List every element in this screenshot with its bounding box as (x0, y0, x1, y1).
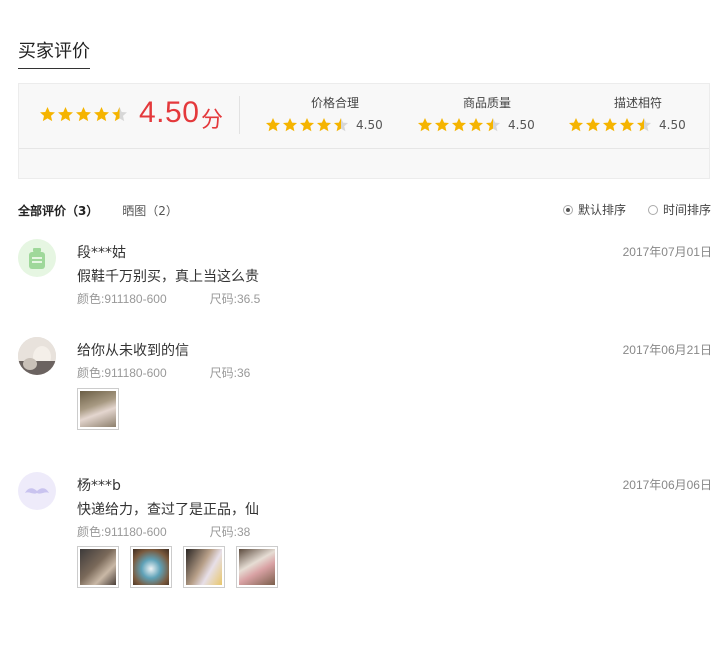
sort-time-label: 时间排序 (662, 203, 711, 217)
avatar (18, 239, 56, 277)
star-icon (333, 117, 349, 132)
review-size: 尺码:36.5 (209, 292, 261, 306)
section-title: 买家评价 (18, 37, 90, 69)
review-photo-thumb[interactable] (130, 546, 172, 588)
star-icon (299, 117, 315, 132)
metric-label: 描述相符 (613, 96, 662, 110)
star-icon (468, 117, 484, 132)
star-icon (417, 117, 433, 132)
star-icon (585, 117, 601, 132)
user-photo (18, 337, 56, 375)
tab-all-reviews[interactable]: 全部评价（3） (18, 202, 98, 219)
star-icon (602, 117, 618, 132)
star-icon (282, 117, 298, 132)
star-icon (485, 117, 501, 132)
star-icon (76, 107, 91, 122)
star-icon (265, 117, 281, 132)
review-color: 颜色:911180-600 (77, 292, 167, 306)
summary-separator (239, 96, 240, 134)
metric-quality: 商品质量 4.50 (417, 94, 557, 133)
metric-value: 4.50 (659, 118, 686, 132)
sort-options: 默认排序 时间排序 (541, 201, 711, 218)
sort-default[interactable]: 默认排序 (562, 201, 626, 218)
overall-score: 4.50 (139, 96, 200, 129)
review-photos (77, 388, 130, 430)
star-icon (619, 117, 635, 132)
review-photo-thumb[interactable] (77, 546, 119, 588)
tab-photo-reviews[interactable]: 晒图（2） (122, 202, 178, 219)
review-photo-thumb[interactable] (77, 388, 119, 430)
rating-summary: 4.50 分 价格合理 4.50 商品质量 4.50 描述相符 4.50 (18, 83, 710, 179)
metric-description: 描述相符 4.50 (568, 94, 708, 133)
avatar (18, 337, 56, 375)
metric-label: 商品质量 (462, 96, 511, 110)
review-meta: 颜色:911180-600 尺码:36 (77, 364, 250, 381)
metric-stars (417, 117, 502, 133)
star-icon (636, 117, 652, 132)
radio-icon[interactable] (562, 204, 573, 215)
review-color: 颜色:911180-600 (77, 525, 167, 539)
star-icon (451, 117, 467, 132)
reviewer-name: 杨***b (77, 478, 121, 494)
overall-unit: 分 (201, 108, 224, 133)
review-meta: 颜色:911180-600 尺码:38 (77, 523, 250, 540)
reviewer-name: 给你从未收到的信 (77, 343, 189, 359)
star-icon (434, 117, 450, 132)
radio-icon[interactable] (647, 204, 658, 215)
review-date: 2017年06月21日 (622, 343, 712, 357)
review-date: 2017年06月06日 (622, 478, 712, 492)
star-icon (112, 107, 127, 122)
star-icon (94, 107, 109, 122)
metric-label: 价格合理 (310, 96, 359, 110)
star-icon (58, 107, 73, 122)
bottle-icon (29, 248, 45, 269)
review-tabs: 全部评价（3） 晒图（2） (18, 202, 198, 219)
metric-value: 4.50 (508, 118, 535, 132)
review-text: 假鞋千万别买，真上当这么贵 (77, 269, 259, 285)
review-date: 2017年07月01日 (622, 245, 712, 259)
mustache-icon (25, 488, 49, 494)
star-icon (40, 107, 55, 122)
review-text: 快递给力，查过了是正品，仙 (77, 502, 259, 518)
avatar (18, 472, 56, 510)
metric-stars (265, 117, 350, 133)
summary-divider (19, 148, 709, 149)
review-size: 尺码:38 (209, 525, 251, 539)
metric-stars (568, 117, 653, 133)
sort-default-label: 默认排序 (577, 203, 626, 217)
review-size: 尺码:36 (209, 366, 251, 380)
sort-time[interactable]: 时间排序 (647, 201, 711, 218)
review-photo-thumb[interactable] (183, 546, 225, 588)
reviewer-name: 段***姑 (77, 245, 126, 261)
review-color: 颜色:911180-600 (77, 366, 167, 380)
review-photos (77, 546, 289, 588)
review-meta: 颜色:911180-600 尺码:36.5 (77, 290, 260, 307)
metric-value: 4.50 (356, 118, 383, 132)
metric-price: 价格合理 4.50 (265, 94, 405, 133)
star-icon (568, 117, 584, 132)
star-icon (316, 117, 332, 132)
overall-stars (39, 106, 129, 123)
review-photo-thumb[interactable] (236, 546, 278, 588)
